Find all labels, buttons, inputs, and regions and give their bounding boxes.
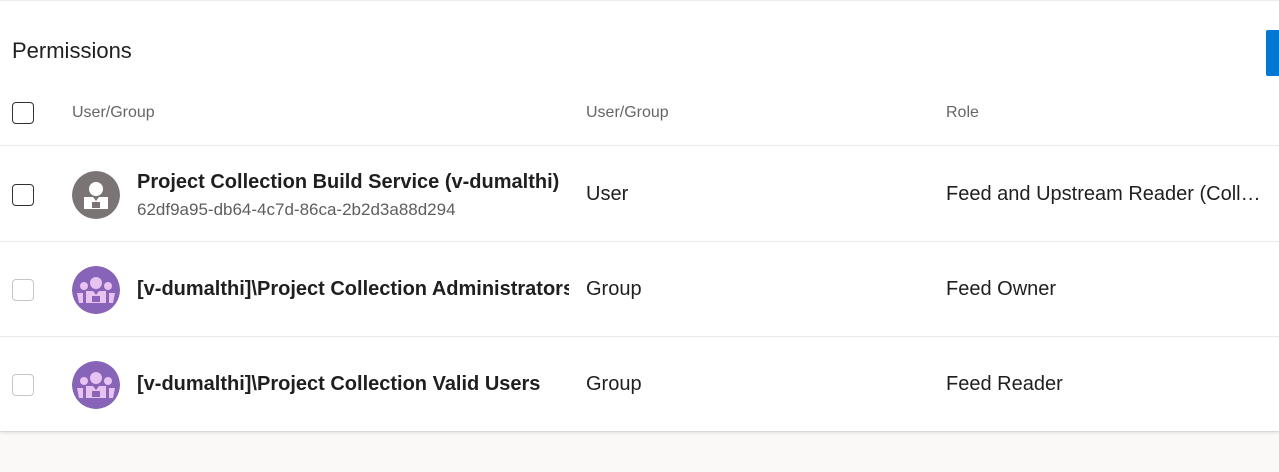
table-row[interactable]: [v-dumalthi]\Project Collection Valid Us… [0,337,1279,431]
select-all-checkbox[interactable] [12,102,34,124]
column-header-type[interactable]: User/Group [586,87,669,139]
row-checkbox[interactable] [12,279,34,301]
principal-name: [v-dumalthi]\Project Collection Administ… [137,278,569,300]
permissions-panel: Permissions User/Group User/Group Role P… [0,0,1279,431]
user-avatar-icon [72,171,120,219]
table-header: User/Group User/Group Role [0,87,1279,146]
column-header-role[interactable]: Role [946,87,979,139]
group-avatar-icon [72,266,120,314]
principal-role: Feed Reader [946,373,1063,395]
table-row[interactable]: [v-dumalthi]\Project Collection Administ… [0,242,1279,337]
section-title: Permissions [12,38,132,63]
principal-name: [v-dumalthi]\Project Collection Valid Us… [137,373,541,395]
column-header-name[interactable]: User/Group [72,87,155,139]
principal-role: Feed and Upstream Reader (Collaborator) [946,183,1262,205]
principal-type: Group [586,373,642,395]
principal-role: Feed Owner [946,278,1057,300]
principal-name: Project Collection Build Service (v-duma… [137,171,560,193]
group-avatar-icon [72,361,120,409]
principal-type: User [586,183,629,205]
principal-id: 62df9a95-db64-4c7d-86ca-2b2d3a88d294 [137,200,456,219]
row-checkbox[interactable] [12,184,34,206]
principal-type: Group [586,278,642,300]
add-permission-button[interactable] [1266,30,1279,76]
row-checkbox[interactable] [12,374,34,396]
table-row[interactable]: Project Collection Build Service (v-duma… [0,147,1279,242]
